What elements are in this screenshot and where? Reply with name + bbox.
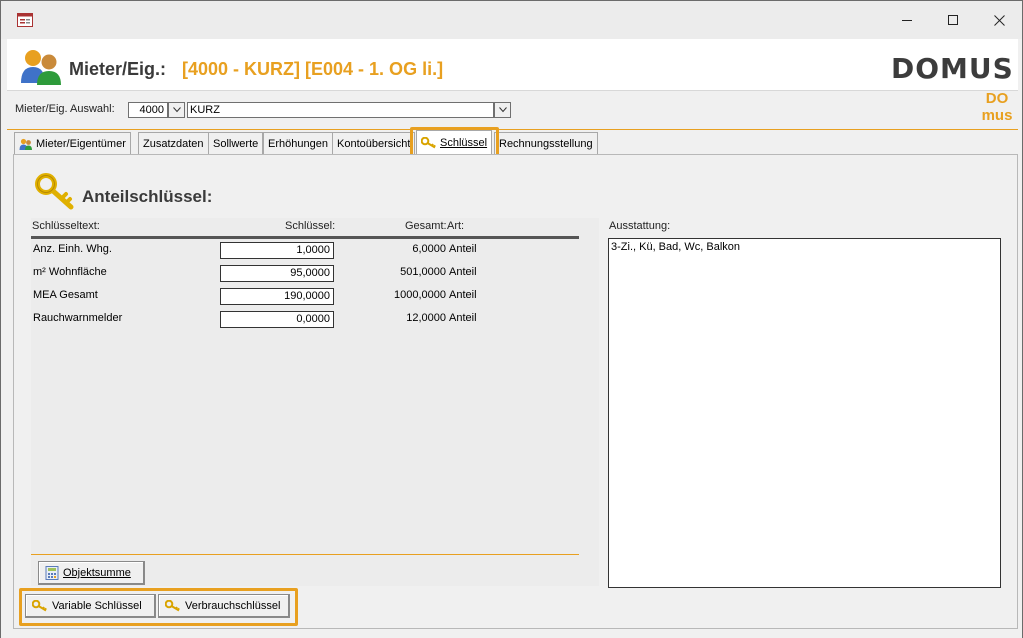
tab-label: Schlüssel [440, 137, 488, 149]
tab-label: Rechnungsstellung [499, 137, 593, 150]
selection-label: Mieter/Eig. Auswahl: [15, 103, 115, 115]
tab-label: Sollwerte [213, 137, 259, 150]
form-header: Mieter/Eig.: [4000 - KURZ] [E004 - 1. OG… [7, 39, 1018, 91]
maximize-icon [947, 14, 958, 25]
key-icon [35, 173, 74, 210]
row-key-value[interactable]: 190,0000 [220, 288, 334, 305]
domus-logo: DOMUS [891, 52, 1014, 85]
grid-header-line [31, 236, 579, 239]
tab-label: Kontoübersicht [337, 137, 411, 150]
row-key-value[interactable]: 0,0000 [220, 311, 334, 328]
status-bar [1, 630, 1022, 638]
col-header-art: Art: [447, 220, 465, 232]
domus-logo-small: DO mus [978, 90, 1016, 124]
close-button[interactable] [976, 1, 1022, 39]
tab-label: Mieter/Eigentümer [36, 137, 126, 150]
row-total: 12,0000 [406, 312, 446, 324]
tab-erhoehungen[interactable]: Erhöhungen [263, 132, 333, 154]
close-icon [993, 14, 1005, 26]
row-text: Rauchwarnmelder [33, 312, 123, 324]
row-key-value[interactable]: 1,0000 [220, 242, 334, 259]
header-record: [4000 - KURZ] [E004 - 1. OG li.] [182, 59, 444, 79]
objektsumme-button[interactable]: Objektsumme [38, 561, 145, 585]
chevron-down-icon [172, 107, 181, 113]
maximize-button[interactable] [930, 1, 976, 39]
main-window: Mieter/Eig.: [4000 - KURZ] [E004 - 1. OG… [0, 0, 1023, 638]
col-header-text: Schlüsseltext: [32, 220, 100, 232]
grid-footer-line [31, 554, 579, 555]
ausstattung-label: Ausstattung: [609, 220, 671, 232]
section-title: Anteilschlüssel: [82, 187, 213, 206]
row-art: Anteil [449, 289, 477, 301]
calculator-icon [45, 566, 59, 580]
col-header-total: Gesamt: [405, 220, 447, 232]
tab-rechnungsstellung[interactable]: Rechnungsstellung [494, 132, 598, 154]
tab-zusatzdaten[interactable]: Zusatzdaten [138, 132, 209, 154]
header-divider [7, 129, 1018, 130]
title-bar [1, 1, 1022, 39]
row-art: Anteil [449, 312, 477, 324]
chevron-down-icon [498, 107, 507, 113]
logo-small-top: DO [985, 90, 1009, 107]
verbrauchschluessel-button[interactable]: Verbrauchschlüssel [158, 594, 290, 618]
key-icon [32, 600, 47, 612]
minimize-icon [901, 19, 912, 21]
row-text: m² Wohnfläche [33, 266, 107, 278]
form-icon [17, 13, 33, 27]
tab-label: Zusatzdaten [143, 137, 204, 150]
selection-name-dropdown-button[interactable] [494, 102, 511, 118]
col-header-key: Schlüssel: [285, 220, 336, 232]
users-icon [21, 50, 61, 85]
row-art: Anteil [449, 243, 477, 255]
row-total: 1000,0000 [394, 289, 446, 301]
key-icon [421, 137, 436, 149]
row-total: 501,0000 [400, 266, 446, 278]
logo-small-bottom: mus [981, 107, 1013, 124]
key-icon [165, 600, 180, 612]
selection-name-combo[interactable]: KURZ [187, 102, 494, 118]
row-art: Anteil [449, 266, 477, 278]
variable-schluessel-button[interactable]: Variable Schlüssel [25, 594, 156, 618]
selection-number-dropdown-button[interactable] [168, 102, 185, 118]
tab-label: Erhöhungen [268, 137, 328, 150]
button-label: Verbrauchschlüssel [185, 600, 281, 612]
header-label: Mieter/Eig.: [69, 59, 167, 79]
button-label: Variable Schlüssel [52, 600, 142, 612]
button-label: Objektsumme [63, 567, 131, 579]
ausstattung-textarea[interactable]: 3-Zi., Kü, Bad, Wc, Balkon [608, 238, 1001, 588]
selection-number-combo[interactable]: 4000 [128, 102, 168, 118]
tab-schluessel[interactable]: Schlüssel [416, 130, 493, 155]
tab-kontouebersicht[interactable]: Kontoübersicht [332, 132, 416, 154]
tab-mieter-eigentuemer[interactable]: Mieter/Eigentümer [14, 132, 131, 154]
users-icon [19, 138, 32, 150]
row-text: MEA Gesamt [33, 289, 98, 301]
row-text: Anz. Einh. Whg. [33, 243, 112, 255]
tab-sollwerte[interactable]: Sollwerte [208, 132, 264, 154]
minimize-button[interactable] [884, 1, 930, 39]
row-total: 6,0000 [412, 243, 446, 255]
row-key-value[interactable]: 95,0000 [220, 265, 334, 282]
